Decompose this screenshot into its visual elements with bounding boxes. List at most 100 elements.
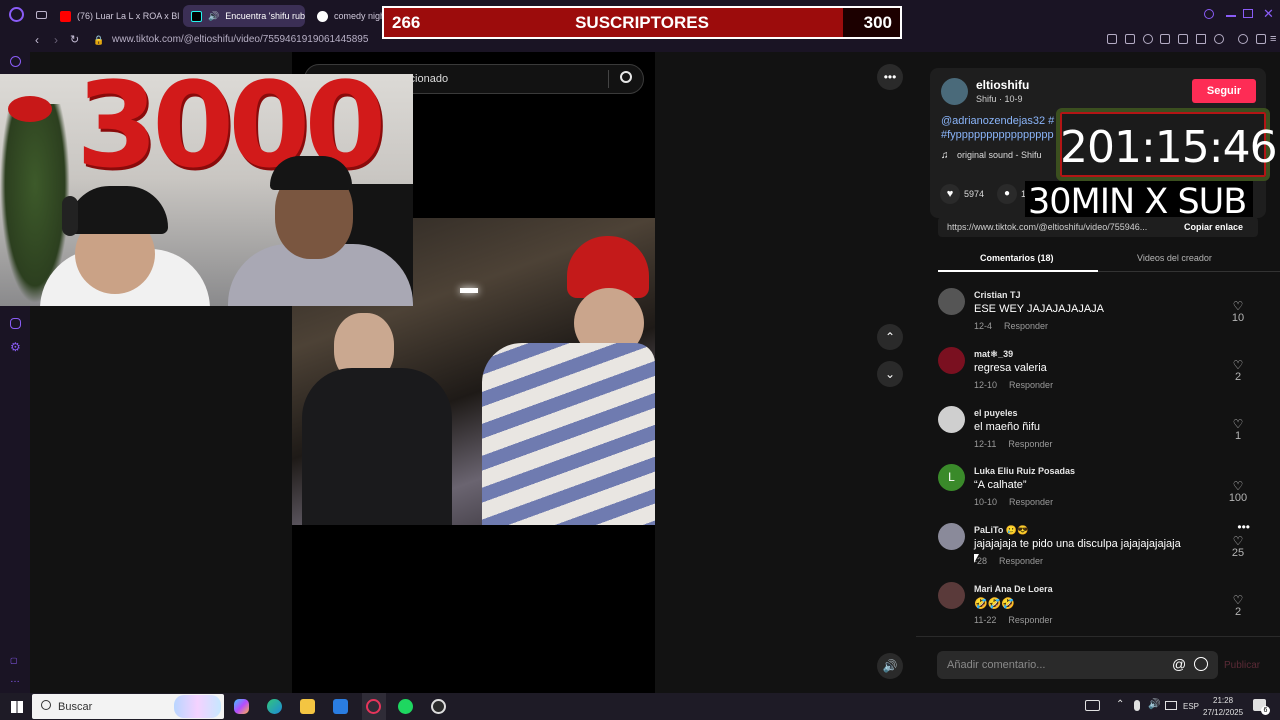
network-icon[interactable] — [1165, 701, 1177, 710]
edge-icon[interactable] — [267, 699, 282, 714]
shield-icon[interactable] — [1143, 34, 1153, 44]
chevron-up-icon[interactable]: ⌃ — [1116, 699, 1124, 710]
author-name[interactable]: eltioshifu — [976, 78, 1029, 92]
comment-avatar[interactable] — [938, 582, 965, 609]
comment-like-count: 100 — [1228, 492, 1248, 504]
file-explorer-icon[interactable] — [300, 699, 315, 714]
heart-outline-icon[interactable]: ♡ — [1228, 480, 1248, 492]
heart-outline-icon[interactable]: ♡ — [1228, 535, 1248, 547]
aria-icon[interactable] — [10, 56, 21, 67]
copy-link-button[interactable]: Copiar enlace — [1184, 222, 1243, 232]
sound-name[interactable]: original sound - Shifu — [957, 150, 1042, 160]
post-comment-button[interactable]: Publicar — [1224, 660, 1260, 671]
subscriber-goal: 300 — [863, 13, 892, 32]
heart-outline-icon[interactable]: ♡ — [1228, 418, 1248, 430]
taskbar-search[interactable]: Buscar — [32, 694, 224, 719]
heart-icon[interactable] — [1214, 34, 1224, 44]
heart-outline-icon[interactable]: ♡ — [1228, 359, 1248, 371]
profile-icon[interactable] — [1238, 34, 1248, 44]
spotify-icon[interactable] — [398, 699, 413, 714]
heart-outline-icon[interactable]: ♡ — [1228, 300, 1248, 312]
comment-like[interactable]: ♡ 25 — [1228, 535, 1248, 559]
menu-icon[interactable]: ≡ — [1270, 33, 1276, 45]
comment-input[interactable]: Añadir comentario... @ — [937, 651, 1218, 679]
tab-workspaces-icon[interactable] — [36, 11, 47, 19]
messenger-icon[interactable] — [10, 318, 21, 329]
search-tabs-icon[interactable] — [1204, 9, 1214, 19]
comment-like[interactable]: ♡ 10 — [1228, 300, 1248, 324]
reply-button[interactable]: Responder — [1009, 380, 1053, 390]
microphone-icon[interactable] — [1134, 700, 1140, 711]
settings-icon[interactable]: ⚙ — [10, 340, 21, 354]
comment-author[interactable]: Mari Ana De Loera — [974, 584, 1053, 594]
comment-avatar[interactable] — [938, 347, 965, 374]
download-icon[interactable] — [1256, 34, 1266, 44]
comment-like[interactable]: ♡ 1 — [1228, 418, 1248, 442]
tab-comedy[interactable]: comedy nigh — [309, 5, 383, 27]
mention-icon[interactable]: @ — [1172, 656, 1186, 672]
reply-button[interactable]: Responder — [1004, 321, 1048, 331]
comment-author[interactable]: Luka Eliu Ruiz Posadas — [974, 466, 1075, 476]
comment-author[interactable]: Cristian TJ — [974, 290, 1021, 300]
extensions-icon[interactable] — [1160, 34, 1170, 44]
store-icon[interactable] — [333, 699, 348, 714]
comment-author[interactable]: PaLiTo 🥲😎 — [974, 525, 1028, 536]
comment-text: “A calhate” — [974, 479, 1027, 491]
translate-icon[interactable] — [1178, 34, 1188, 44]
opera-logo-icon[interactable] — [9, 7, 24, 22]
clock-date[interactable]: 27/12/2025 — [1203, 708, 1243, 717]
windows-start-icon[interactable] — [11, 701, 23, 713]
search-icon[interactable] — [620, 71, 632, 83]
comment-like[interactable]: ♡ 2 — [1228, 594, 1248, 618]
comment-author[interactable]: el puyeles — [974, 408, 1018, 418]
comment-avatar[interactable] — [938, 406, 965, 433]
like-icon[interactable]: ♥ — [940, 184, 960, 204]
comment-like[interactable]: ♡ 100 — [1228, 480, 1248, 504]
comment-more-icon[interactable]: ••• — [1237, 520, 1250, 534]
next-video-icon[interactable]: ⌄ — [877, 361, 903, 387]
comment-icon[interactable]: ● — [997, 184, 1017, 204]
forward-icon[interactable]: › — [54, 33, 58, 47]
maximize-icon[interactable] — [1243, 9, 1253, 18]
more-options-icon[interactable]: ••• — [877, 64, 903, 90]
language-indicator[interactable]: ESP — [1183, 702, 1199, 711]
copilot-icon[interactable] — [234, 699, 249, 714]
pin-icon[interactable] — [1107, 34, 1117, 44]
comment-like[interactable]: ♡ 2 — [1228, 359, 1248, 383]
follow-button[interactable]: Seguir — [1192, 79, 1256, 103]
comment-text: jajajajaja te pido una disculpa jajajaja… — [974, 538, 1181, 550]
obs-icon[interactable] — [431, 699, 446, 714]
close-window-icon[interactable]: ✕ — [1263, 6, 1274, 22]
tab-creator-videos[interactable]: Videos del creador — [1137, 253, 1212, 263]
volume-tray-icon[interactable]: 🔊 — [1148, 699, 1160, 710]
keyboard-icon[interactable] — [1085, 700, 1100, 711]
previous-video-icon[interactable]: ⌃ — [877, 324, 903, 350]
tab-tiktok[interactable]: 🔊 Encuentra 'shifu rub — [183, 5, 305, 27]
tab-youtube[interactable]: (76) Luar La L x ROA x Bl — [52, 5, 180, 27]
clock-time[interactable]: 21:28 — [1213, 696, 1233, 705]
tab-comments[interactable]: Comentarios (18) — [980, 253, 1054, 263]
reply-button[interactable]: Responder — [1009, 497, 1053, 507]
comment-avatar[interactable]: L — [938, 464, 965, 491]
url-text[interactable]: www.tiktok.com/@eltioshifu/video/7559461… — [112, 34, 368, 45]
comment-text: 🤣🤣🤣 — [974, 598, 1016, 610]
minimize-icon[interactable] — [1226, 15, 1236, 17]
heart-outline-icon[interactable]: ♡ — [1228, 594, 1248, 606]
volume-icon[interactable]: 🔊 — [877, 653, 903, 679]
back-icon[interactable]: ‹ — [35, 33, 39, 47]
sidebar-more-icon[interactable]: … — [10, 674, 20, 685]
comment-avatar[interactable] — [938, 288, 965, 315]
screenshot-icon[interactable] — [1125, 34, 1135, 44]
author-avatar[interactable] — [941, 78, 968, 105]
reload-icon[interactable]: ↻ — [70, 33, 79, 46]
emoji-icon[interactable] — [1194, 657, 1208, 671]
sidebar-expand-icon[interactable]: ▢ — [10, 656, 18, 665]
comment-avatar[interactable] — [938, 523, 965, 550]
comment-author[interactable]: mat⚛_39 — [974, 349, 1013, 360]
caption-line-2[interactable]: #fypppppppppppppppp — [941, 129, 1054, 141]
reply-button[interactable]: Responder — [999, 556, 1043, 566]
caption-line-1[interactable]: @adrianozendejas32 # — [941, 115, 1054, 127]
reply-button[interactable]: Responder — [1008, 439, 1052, 449]
play-icon[interactable] — [1196, 34, 1206, 44]
reply-button[interactable]: Responder — [1008, 615, 1052, 625]
